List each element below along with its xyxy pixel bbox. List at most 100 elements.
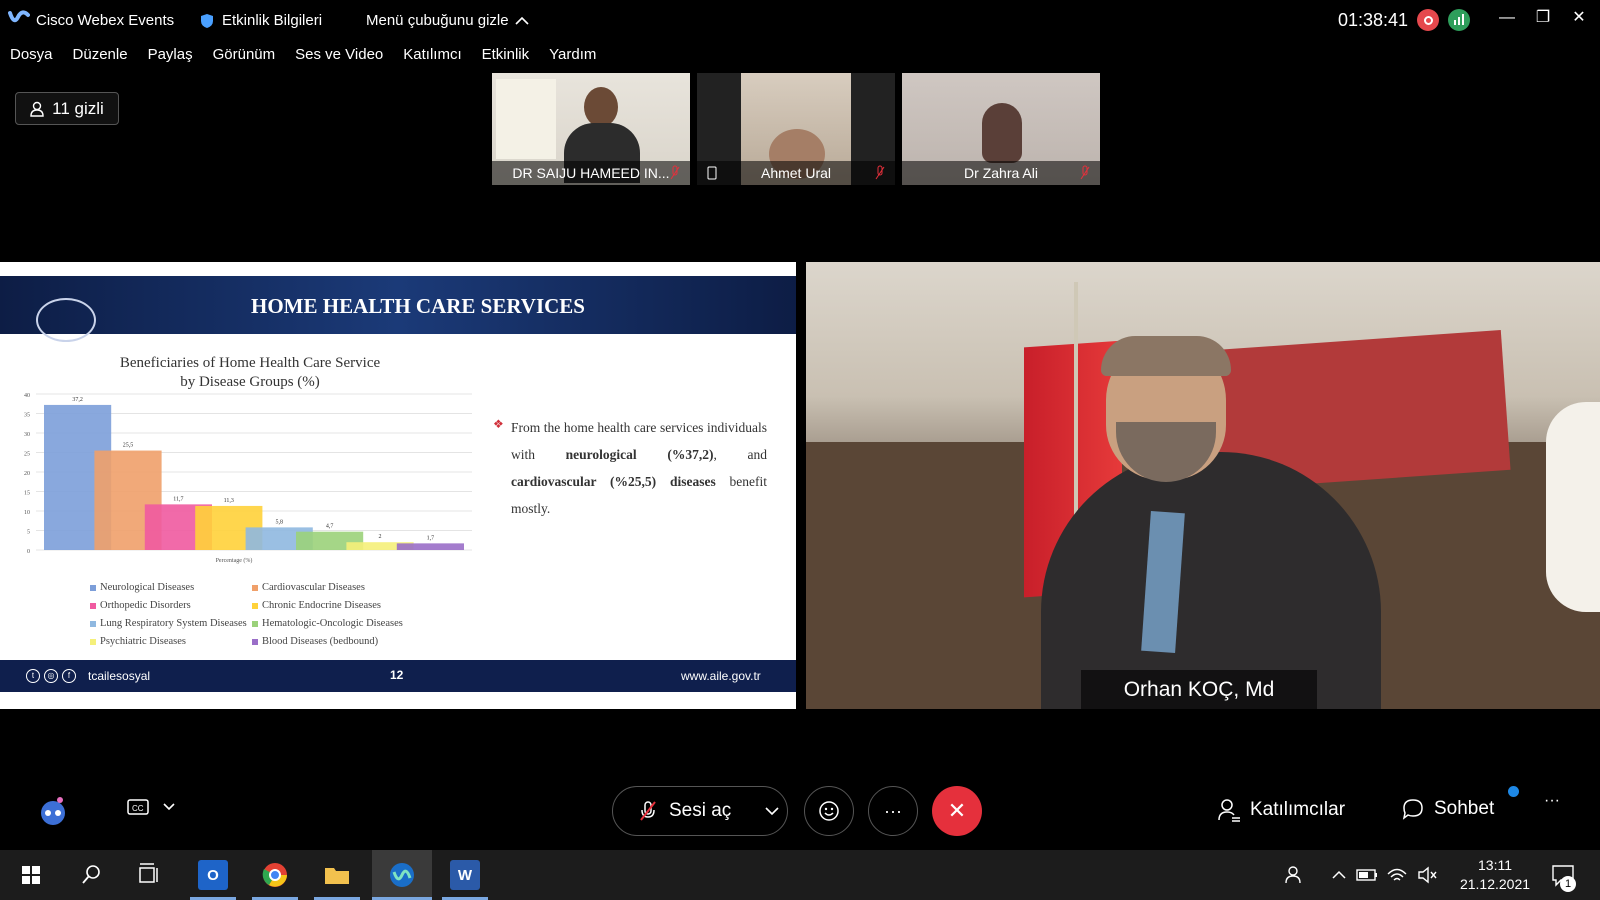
legend-label: Orthopedic Disorders — [100, 600, 191, 611]
menu-bar: Dosya Düzenle Paylaş Görünüm Ses ve Vide… — [0, 46, 606, 70]
signal-icon[interactable] — [1448, 9, 1470, 31]
y-tick-label: 10 — [24, 510, 30, 516]
legend-swatch — [252, 638, 258, 645]
outlook-icon[interactable]: O — [198, 860, 228, 890]
bullet-icon: ❖ — [493, 417, 504, 431]
word-icon[interactable]: W — [450, 860, 480, 890]
shared-slide: HOME HEALTH CARE SERVICES Beneficiaries … — [0, 262, 796, 709]
y-tick-label: 15 — [24, 491, 30, 497]
record-icon[interactable] — [1417, 9, 1439, 31]
y-tick-label: 25 — [24, 452, 30, 458]
participant-tile[interactable]: DR SAIJU HAMEED IN... — [492, 73, 690, 185]
wifi-icon[interactable] — [1382, 860, 1412, 890]
legend-item: Lung Respiratory System Diseases — [90, 618, 247, 629]
cc-icon: CC — [127, 799, 149, 815]
chevron-down-icon — [163, 803, 175, 811]
battery-icon[interactable] — [1352, 860, 1382, 890]
app-title: Cisco Webex Events — [36, 12, 175, 29]
slide-title: HOME HEALTH CARE SERVICES — [251, 294, 585, 318]
webex-logo-icon — [8, 10, 30, 23]
webex-taskbar-icon[interactable] — [387, 860, 417, 890]
windows-start-icon[interactable] — [16, 860, 46, 890]
end-call-icon: ✕ — [947, 798, 967, 823]
menu-file[interactable]: Dosya — [10, 46, 53, 70]
unmute-button[interactable]: Sesi aç — [612, 786, 788, 836]
participant-name: Ahmet Ural — [760, 165, 832, 181]
menu-event[interactable]: Etkinlik — [482, 46, 530, 70]
menu-edit[interactable]: Düzenle — [73, 46, 128, 70]
event-info-button[interactable]: Etkinlik Bilgileri — [200, 12, 322, 29]
chevron-up-icon[interactable] — [1324, 860, 1354, 890]
mobile-phone-icon — [707, 166, 717, 180]
bar-value-label: 37,2 — [72, 397, 83, 403]
more-icon[interactable]: ··· — [1544, 792, 1560, 810]
slide-footer: t ◎ f tcailesosyal 12 www.aile.gov.tr — [0, 660, 796, 692]
bar — [396, 543, 464, 550]
task-view-icon[interactable] — [134, 860, 164, 890]
people-icon[interactable] — [1280, 860, 1310, 890]
chart-title-line-1: Beneficiaries of Home Health Care Servic… — [119, 355, 381, 371]
menu-share[interactable]: Paylaş — [148, 46, 193, 70]
legend-swatch — [252, 602, 258, 609]
close-icon[interactable]: ✕ — [1564, 6, 1594, 30]
menu-participant[interactable]: Katılımcı — [403, 46, 461, 70]
participant-tile[interactable]: Ahmet Ural — [697, 73, 895, 185]
chart-title: Beneficiaries of Home Health Care Servic… — [60, 354, 440, 392]
search-icon[interactable] — [76, 860, 106, 890]
file-explorer-icon[interactable] — [322, 860, 352, 890]
menu-view[interactable]: Görünüm — [213, 46, 276, 70]
participant-tile[interactable]: Dr Zahra Ali — [902, 73, 1100, 185]
legend-item: Hematologic-Oncologic Diseases — [252, 618, 403, 629]
restore-icon[interactable]: ❐ — [1528, 6, 1558, 30]
website-url: www.aile.gov.tr — [681, 669, 761, 683]
bar-value-label: 2 — [379, 534, 382, 540]
legend-label: Chronic Endocrine Diseases — [262, 600, 381, 611]
x-axis-label: Percentage (%) — [216, 557, 253, 564]
chevron-up-icon — [515, 16, 529, 25]
more-options-button[interactable]: ··· — [868, 786, 918, 836]
participants-panel-button[interactable]: Katılımcılar — [1218, 798, 1345, 822]
meeting-timer: 01:38:41 — [1338, 10, 1409, 30]
legend-item: Orthopedic Disorders — [90, 600, 191, 611]
event-info-label: Etkinlik Bilgileri — [222, 12, 323, 29]
legend-item: Neurological Diseases — [90, 582, 194, 593]
windows-taskbar: O W 13:11 21.12.2021 1 — [0, 850, 1600, 900]
reaction-icon — [819, 801, 839, 821]
speaker-muted-icon[interactable] — [1412, 860, 1442, 890]
mic-muted-icon — [670, 165, 680, 180]
chevron-down-icon[interactable] — [765, 806, 779, 816]
assistant-bot-icon[interactable] — [36, 794, 70, 828]
active-speaker-video[interactable]: Orhan KOÇ, Md — [806, 262, 1600, 709]
shield-icon — [201, 13, 213, 28]
chat-panel-button[interactable]: Sohbet — [1402, 798, 1494, 820]
hidden-attendees-label: 11 gizli — [52, 98, 104, 118]
bar-value-label: 4,7 — [326, 524, 334, 530]
chat-label: Sohbet — [1434, 798, 1495, 819]
chrome-icon[interactable] — [260, 860, 290, 890]
menu-help[interactable]: Yardım — [549, 46, 596, 70]
reactions-button[interactable] — [804, 786, 854, 836]
instagram-icon: ◎ — [44, 669, 58, 683]
hide-menu-bar-button[interactable]: Menü çubuğunu gizle — [366, 12, 529, 29]
captions-button[interactable]: CC — [127, 798, 175, 816]
legend-swatch — [252, 584, 258, 591]
legend-item: Chronic Endocrine Diseases — [252, 600, 381, 611]
taskbar-time: 13:11 — [1478, 857, 1512, 873]
y-tick-label: 40 — [24, 393, 30, 399]
title-bar: Cisco Webex Events Etkinlik Bilgileri Me… — [0, 0, 1600, 42]
participants-icon — [1218, 799, 1240, 822]
menu-audio-video[interactable]: Ses ve Video — [295, 46, 383, 70]
y-tick-label: 0 — [27, 549, 30, 555]
leave-meeting-button[interactable]: ✕ — [932, 786, 982, 836]
chat-notification-dot — [1508, 786, 1519, 797]
hidden-attendees-button[interactable]: 11 gizli — [15, 92, 119, 125]
social-handle: tcailesosyal — [88, 669, 151, 683]
legend-label: Lung Respiratory System Diseases — [100, 618, 247, 629]
chat-icon — [1402, 799, 1423, 820]
minimize-icon[interactable]: — — [1492, 6, 1522, 30]
y-tick-label: 35 — [24, 413, 30, 419]
y-tick-label: 20 — [24, 471, 30, 477]
legend-swatch — [90, 584, 96, 591]
legend-label: Psychiatric Diseases — [100, 636, 187, 647]
taskbar-clock[interactable]: 13:11 21.12.2021 — [1450, 856, 1540, 894]
